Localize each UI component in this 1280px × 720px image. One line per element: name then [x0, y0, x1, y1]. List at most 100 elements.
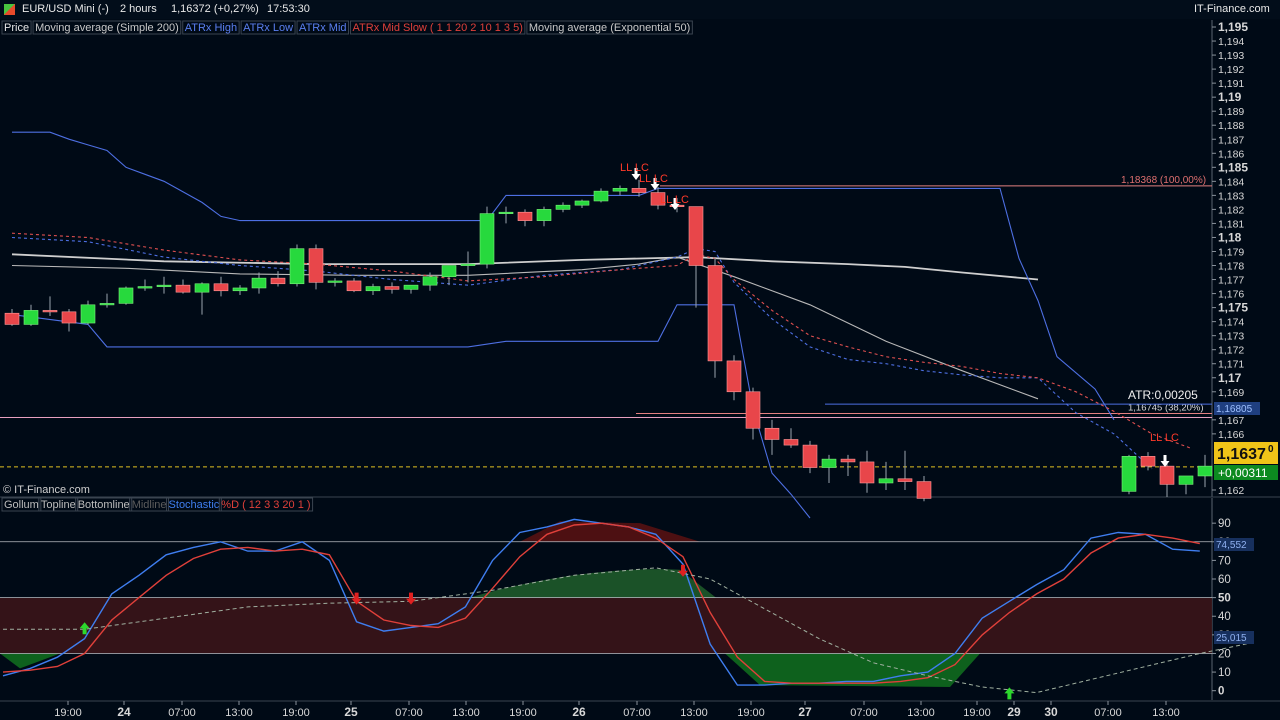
price-tick-label: 1,182 [1218, 204, 1244, 216]
candle-body-up [99, 303, 115, 306]
candle-body-up [118, 287, 134, 304]
time-tick-label: 13:00 [225, 707, 253, 719]
candle-body-down [745, 391, 761, 429]
price-tick-label: 1,179 [1218, 246, 1244, 258]
candle-body-up [460, 263, 476, 266]
time-tick-label: 29 [1007, 705, 1021, 719]
candle-body-down [631, 188, 647, 193]
signal-label: LL LC [639, 173, 668, 185]
price-tick-label: 1,173 [1218, 331, 1244, 343]
price-tick-label: 1,188 [1218, 120, 1244, 132]
signal-label: LL LC [660, 194, 689, 206]
candle-body-down [4, 312, 20, 325]
price-tick-label: 1,192 [1218, 64, 1244, 76]
time-tick-label: 07:00 [623, 707, 651, 719]
osc-tick-label: 70 [1218, 555, 1231, 567]
candle-body-down [270, 277, 286, 285]
candle-body-up [536, 209, 552, 221]
price-tick-label: 1,194 [1218, 36, 1244, 48]
k-value-text: 74,552 [1216, 540, 1247, 551]
candle-body-up [555, 204, 571, 210]
price-tick-label: 1,193 [1218, 50, 1244, 62]
candle-body-down [61, 311, 77, 324]
time-tick-label: 13:00 [1152, 707, 1180, 719]
time-tick-label: 07:00 [168, 707, 196, 719]
price-tick-label: 1,171 [1218, 359, 1244, 371]
price-legend-item: Moving average (Simple 200) [35, 22, 179, 34]
fib-100-label: 1,18368 (100,00%) [1121, 175, 1206, 186]
candle-body-down [517, 211, 533, 221]
candle [479, 206, 495, 269]
chart-canvas[interactable]: 1,195 1,194 1,193 1,192 1,1911,19 1,189 1,188 1… [0, 0, 1280, 720]
price-tick-label: 1,172 [1218, 345, 1244, 357]
time-tick-label: 13:00 [452, 707, 480, 719]
candle-body-down [1140, 456, 1156, 467]
osc-legend-item: Midline [132, 499, 167, 511]
price-tick-label: 1,183 [1218, 190, 1244, 202]
osc-tick-label: 60 [1218, 574, 1231, 586]
price-legend-item: Moving average (Exponential 50) [529, 22, 690, 34]
candle-body-down [726, 360, 742, 393]
candle-body-down [859, 461, 875, 484]
candle-body-up [441, 265, 457, 278]
candle-body-down [1159, 465, 1175, 485]
price-legend-item: ATRx Low [243, 22, 293, 34]
time-tick-label: 07:00 [1094, 707, 1122, 719]
candle-body-up [194, 283, 210, 293]
candle-body-down [764, 427, 780, 440]
price-tick-label: 1,185 [1218, 160, 1248, 174]
price-tick-label: 1,166 [1218, 429, 1244, 441]
candle-body-up [479, 213, 495, 265]
candle-body-up [327, 280, 343, 283]
time-tick-label: 19:00 [963, 707, 991, 719]
price-legend-item: ATRx High [185, 22, 237, 34]
candle-body-up [80, 304, 96, 324]
time-tick-label: 19:00 [509, 707, 537, 719]
price-tick-label: 1,187 [1218, 134, 1244, 146]
time-tick-label: 25 [344, 705, 358, 719]
time-tick-label: 13:00 [907, 707, 935, 719]
candle-body-up [23, 310, 39, 325]
candle-body-up [821, 458, 837, 468]
candle-body-up [422, 276, 438, 286]
time-tick-label: 26 [572, 705, 586, 719]
osc-tick-label: 10 [1218, 667, 1231, 679]
time-tick-label: 07:00 [395, 707, 423, 719]
candle-body-down [688, 206, 704, 266]
price-tick-label: 1,191 [1218, 78, 1244, 90]
price-tick-label: 1,177 [1218, 275, 1244, 287]
price-tick-label: 1,169 [1218, 387, 1244, 399]
candle-body-up [251, 277, 267, 289]
candle-body-down [897, 478, 913, 482]
osc-tick-label: 50 [1218, 593, 1231, 605]
candle-body-down [384, 286, 400, 290]
candle-body-up [1121, 456, 1137, 492]
candle-body-down [42, 310, 58, 313]
osc-tick-label: 20 [1218, 648, 1231, 660]
candle-body-up [1178, 475, 1194, 485]
candle-body-down [175, 284, 191, 293]
price-tick-label: 1,189 [1218, 106, 1244, 118]
bearish-zone-fill [0, 597, 1212, 654]
osc-tick-label: 40 [1218, 611, 1231, 623]
time-tick-label: 19:00 [54, 707, 82, 719]
candle-body-up [365, 286, 381, 292]
price-tick-label: 1,174 [1218, 317, 1244, 329]
candle [707, 257, 723, 378]
candle-body-up [156, 284, 172, 287]
candle-body-up [498, 211, 514, 215]
price-tick-label: 1,176 [1218, 289, 1244, 301]
price-legend-item: Price [4, 22, 29, 34]
price-tick-label: 1,19 [1218, 90, 1242, 104]
price-tick-label: 1,181 [1218, 218, 1244, 230]
price-legend-item: ATRx Mid Slow ( 1 1 20 2 10 1 3 5) [353, 22, 523, 34]
atrx-value-text: 1,16805 [1216, 404, 1253, 415]
candle-body-up [612, 188, 628, 192]
price-tick-label: 1,195 [1218, 20, 1248, 34]
candle-body-down [916, 481, 932, 499]
candle-body-down [346, 280, 362, 292]
change-text: +0,00311 [1218, 466, 1268, 480]
time-tick-label: 13:00 [680, 707, 708, 719]
current-price-text: 1,1637 [1217, 446, 1266, 463]
time-tick-label: 27 [798, 705, 812, 719]
